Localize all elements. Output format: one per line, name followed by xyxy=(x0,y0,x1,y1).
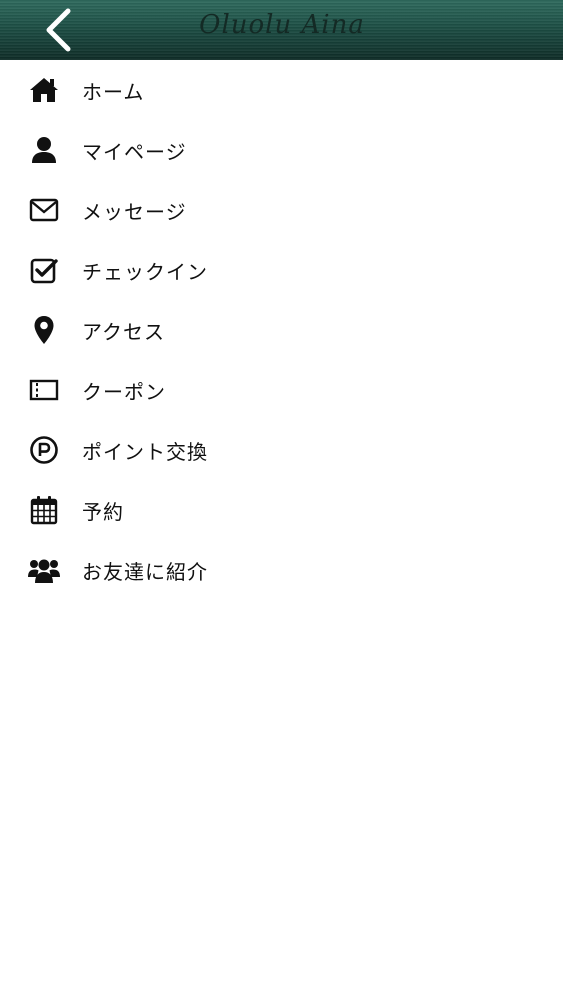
menu-item-label: アクセス xyxy=(82,319,165,344)
back-button[interactable] xyxy=(30,4,86,56)
menu-item-referral[interactable]: お友達に紹介 xyxy=(0,540,563,600)
menu-item-label: マイページ xyxy=(82,139,187,164)
app-logo: Oluolu Aina xyxy=(182,8,382,52)
chevron-left-icon xyxy=(46,8,71,52)
side-menu: ホーム マイページ メッセージ チェックイン アクセス クーポン ポイント交換 … xyxy=(0,60,563,600)
menu-item-checkin[interactable]: チェックイン xyxy=(0,240,563,300)
menu-item-label: 予約 xyxy=(82,499,124,524)
menu-item-points[interactable]: ポイント交換 xyxy=(0,420,563,480)
parking-circle-icon xyxy=(28,435,60,465)
menu-item-home[interactable]: ホーム xyxy=(0,60,563,120)
menu-item-access[interactable]: アクセス xyxy=(0,300,563,360)
app-header: Oluolu Aina xyxy=(0,0,563,60)
menu-item-reservation[interactable]: 予約 xyxy=(0,480,563,540)
menu-item-label: お友達に紹介 xyxy=(82,559,208,584)
home-icon xyxy=(28,75,60,105)
ticket-icon xyxy=(28,375,60,405)
menu-item-label: メッセージ xyxy=(82,199,187,224)
menu-item-coupon[interactable]: クーポン xyxy=(0,360,563,420)
logo-text: Oluolu Aina xyxy=(199,10,365,40)
calendar-icon xyxy=(28,495,60,525)
menu-item-mypage[interactable]: マイページ xyxy=(0,120,563,180)
menu-item-message[interactable]: メッセージ xyxy=(0,180,563,240)
menu-item-label: ポイント交換 xyxy=(82,439,208,464)
menu-item-label: ホーム xyxy=(82,79,145,104)
map-pin-icon xyxy=(28,315,60,345)
user-icon xyxy=(28,135,60,165)
menu-item-label: クーポン xyxy=(82,379,166,404)
users-icon xyxy=(28,555,60,585)
menu-item-label: チェックイン xyxy=(82,259,208,284)
check-square-icon xyxy=(28,255,60,285)
envelope-icon xyxy=(28,195,60,225)
